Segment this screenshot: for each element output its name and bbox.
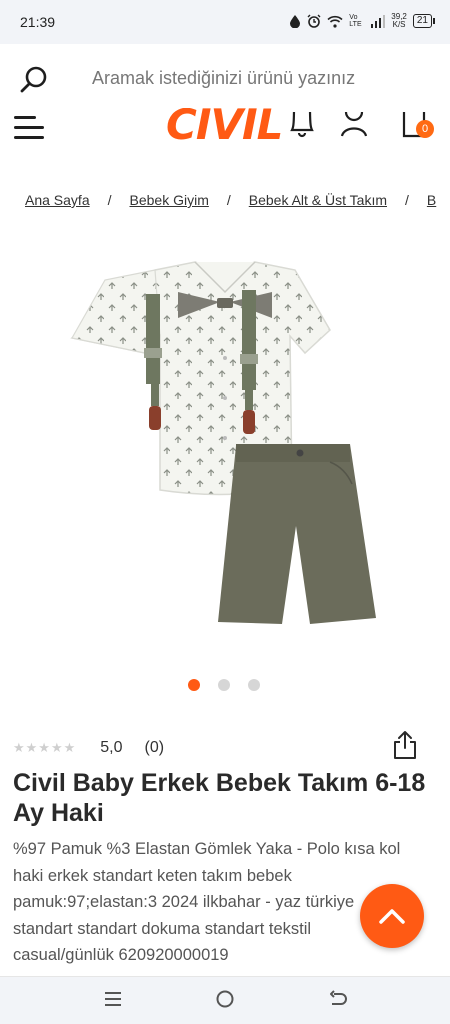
system-nav-bar: [0, 976, 450, 1024]
gallery-pagination: [188, 679, 260, 691]
gallery-dot-2[interactable]: [218, 679, 230, 691]
rating-row: ★★★★★ 5,0 (0): [13, 731, 438, 760]
share-icon[interactable]: [392, 730, 418, 760]
scroll-top-button[interactable]: [360, 884, 424, 948]
nav-home-icon[interactable]: [215, 989, 235, 1009]
net-speed: 39,2 K/S: [391, 13, 407, 29]
gallery-dot-1[interactable]: [188, 679, 200, 691]
battery-indicator: 21: [412, 14, 436, 28]
breadcrumb-separator: /: [226, 192, 231, 208]
chevron-up-icon: [379, 909, 405, 924]
breadcrumb-separator: /: [107, 192, 112, 208]
menu-icon[interactable]: [14, 116, 44, 142]
status-icons: Vo LTE 39,2 K/S 21: [289, 13, 436, 29]
breadcrumb-baby-clothing[interactable]: Bebek Giyim: [130, 192, 209, 208]
rating-stars: ★★★★★: [13, 740, 77, 755]
breadcrumb-home[interactable]: Ana Sayfa: [25, 192, 90, 208]
signal-icon: [371, 14, 386, 28]
rating-count[interactable]: (0): [145, 739, 165, 757]
brand-logo[interactable]: CIVIL: [166, 108, 283, 149]
water-drop-icon: [290, 15, 301, 28]
search-icon[interactable]: [18, 64, 50, 96]
gallery-dot-3[interactable]: [248, 679, 260, 691]
network-label: Vo LTE: [349, 14, 362, 28]
rating-value: 5,0: [100, 739, 123, 756]
alarm-icon: [307, 14, 321, 28]
search-bar: [0, 44, 450, 116]
breadcrumb-separator: /: [405, 192, 409, 208]
breadcrumb-top-bottom-set[interactable]: Bebek Alt & Üst Takım: [249, 192, 387, 208]
product-title: Civil Baby Erkek Bebek Takım 6-18 Ay Hak…: [13, 769, 426, 827]
site-header: CIVIL: [0, 108, 450, 152]
status-bar: 21:39 Vo LTE 39,2 K/S 21: [0, 0, 450, 44]
bell-icon[interactable]: [290, 112, 314, 138]
nav-back-icon[interactable]: [328, 989, 348, 1009]
breadcrumb: Ana Sayfa / Bebek Giyim / Bebek Alt & Üst Ta…: [25, 192, 450, 208]
net-speed-unit: K/S: [392, 20, 406, 29]
breadcrumb-next[interactable]: B: [427, 192, 436, 208]
nav-menu-icon[interactable]: [103, 989, 123, 1009]
shorts-shape: [218, 444, 376, 624]
wifi-icon: [327, 15, 343, 28]
status-time: 21:39: [20, 14, 56, 30]
product-description: %97 Pamuk %3 Elastan Gömlek Yaka - Polo …: [13, 840, 401, 964]
user-icon[interactable]: [340, 112, 368, 138]
search-input[interactable]: [92, 68, 412, 89]
cart-count-badge: 0: [416, 120, 434, 138]
product-image[interactable]: [60, 258, 390, 638]
